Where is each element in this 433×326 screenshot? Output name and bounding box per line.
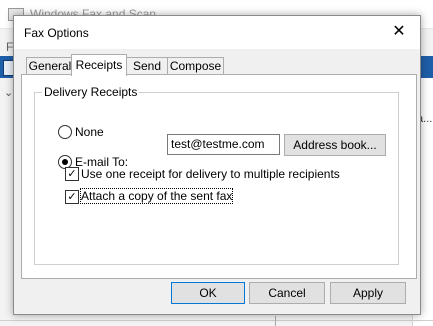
- attach-copy-checkbox[interactable]: ✓: [65, 190, 79, 204]
- one-receipt-label[interactable]: Use one receipt for delivery to multiple…: [81, 167, 340, 181]
- address-book-button[interactable]: Address book...: [284, 134, 386, 156]
- group-title: Delivery Receipts: [42, 85, 140, 99]
- attach-copy-label[interactable]: Attach a copy of the sent fax: [79, 188, 234, 204]
- background-pane-splitter[interactable]: [275, 316, 276, 326]
- dialog-titlebar: Fax Options ✕: [14, 16, 420, 49]
- dialog-title: Fax Options: [24, 26, 89, 40]
- ok-button[interactable]: OK: [171, 282, 245, 304]
- apply-button[interactable]: Apply: [330, 282, 406, 304]
- cancel-button[interactable]: Cancel: [249, 282, 325, 304]
- tab-receipts[interactable]: Receipts: [71, 54, 127, 76]
- email-field[interactable]: test@testme.com: [167, 134, 280, 155]
- close-icon[interactable]: ✕: [384, 20, 414, 44]
- none-radio[interactable]: [58, 125, 72, 139]
- tab-send[interactable]: Send: [126, 57, 168, 75]
- background-divider: [0, 320, 433, 321]
- tab-compose[interactable]: Compose: [167, 57, 224, 75]
- tab-general[interactable]: General: [26, 57, 74, 75]
- chevron-down-icon[interactable]: ⌄: [4, 86, 13, 99]
- fax-options-dialog: Fax Options ✕ General Receipts Send Comp…: [13, 15, 421, 315]
- none-radio-label[interactable]: None: [75, 125, 104, 139]
- one-receipt-checkbox[interactable]: ✓: [65, 167, 79, 181]
